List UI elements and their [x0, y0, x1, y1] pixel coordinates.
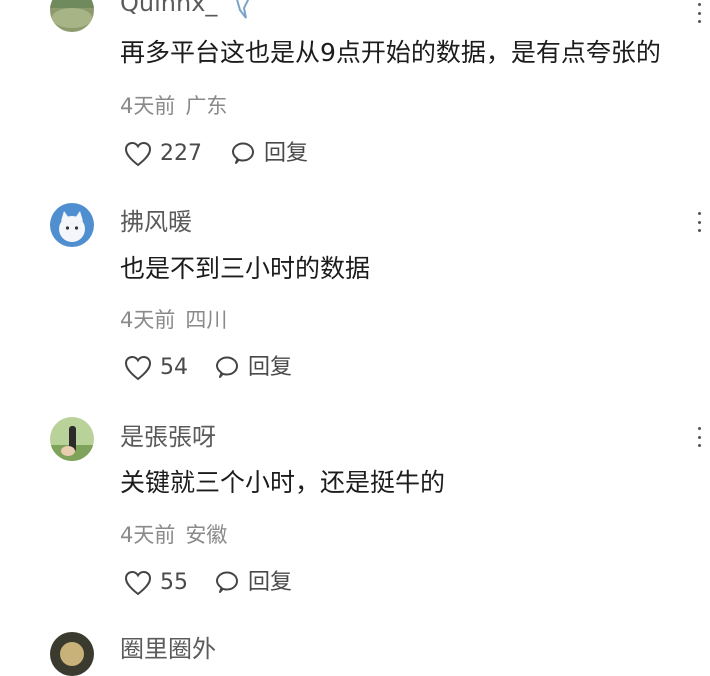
- comment-time: 4天前: [120, 94, 176, 118]
- reply-label: 回复: [248, 355, 293, 380]
- comment-text: 再多平台这也是从9点开始的数据，是有点夸张的: [120, 38, 661, 67]
- comment-meta: 4天前 四川: [120, 306, 227, 334]
- avatar[interactable]: [50, 203, 94, 247]
- comment-meta: 4天前 广东: [120, 92, 227, 120]
- comment-location: 四川: [185, 308, 228, 332]
- reply-button[interactable]: 回复: [214, 352, 292, 384]
- speech-bubble-icon: [230, 141, 256, 167]
- username[interactable]: 是張張呀: [120, 422, 216, 452]
- comment-text: 也是不到三小时的数据: [120, 254, 371, 283]
- username-badge-icon: [232, 0, 254, 24]
- more-vertical-icon[interactable]: [693, 212, 705, 232]
- comment-text: 关键就三个小时，还是挺牛的: [120, 468, 446, 497]
- reply-button[interactable]: 回复: [230, 138, 308, 170]
- like-count: 227: [160, 141, 202, 166]
- like-button[interactable]: 54: [124, 352, 188, 384]
- username[interactable]: 拂风暖: [120, 207, 192, 237]
- avatar[interactable]: [50, 0, 94, 32]
- comment-location: 安徽: [185, 523, 228, 547]
- comment-location: 广东: [185, 94, 228, 118]
- heart-outline-icon: [124, 141, 152, 167]
- comment-time: 4天前: [120, 523, 176, 547]
- heart-outline-icon: [124, 355, 152, 381]
- avatar[interactable]: [50, 417, 94, 461]
- comment-time: 4天前: [120, 308, 176, 332]
- more-vertical-icon[interactable]: [693, 3, 705, 23]
- like-button[interactable]: 227: [124, 138, 202, 170]
- like-count: 54: [160, 355, 188, 380]
- username[interactable]: Quinnx_: [120, 0, 217, 18]
- username[interactable]: 圈里圈外: [120, 634, 216, 664]
- avatar[interactable]: [50, 632, 94, 676]
- speech-bubble-icon: [214, 355, 240, 381]
- reply-button[interactable]: 回复: [214, 567, 292, 599]
- comment-meta: 4天前 安徽: [120, 521, 227, 549]
- speech-bubble-icon: [214, 570, 240, 596]
- reply-label: 回复: [264, 141, 309, 166]
- reply-label: 回复: [248, 570, 293, 595]
- like-button[interactable]: 55: [124, 567, 188, 599]
- more-vertical-icon[interactable]: [693, 427, 705, 447]
- like-count: 55: [160, 570, 188, 595]
- heart-outline-icon: [124, 570, 152, 596]
